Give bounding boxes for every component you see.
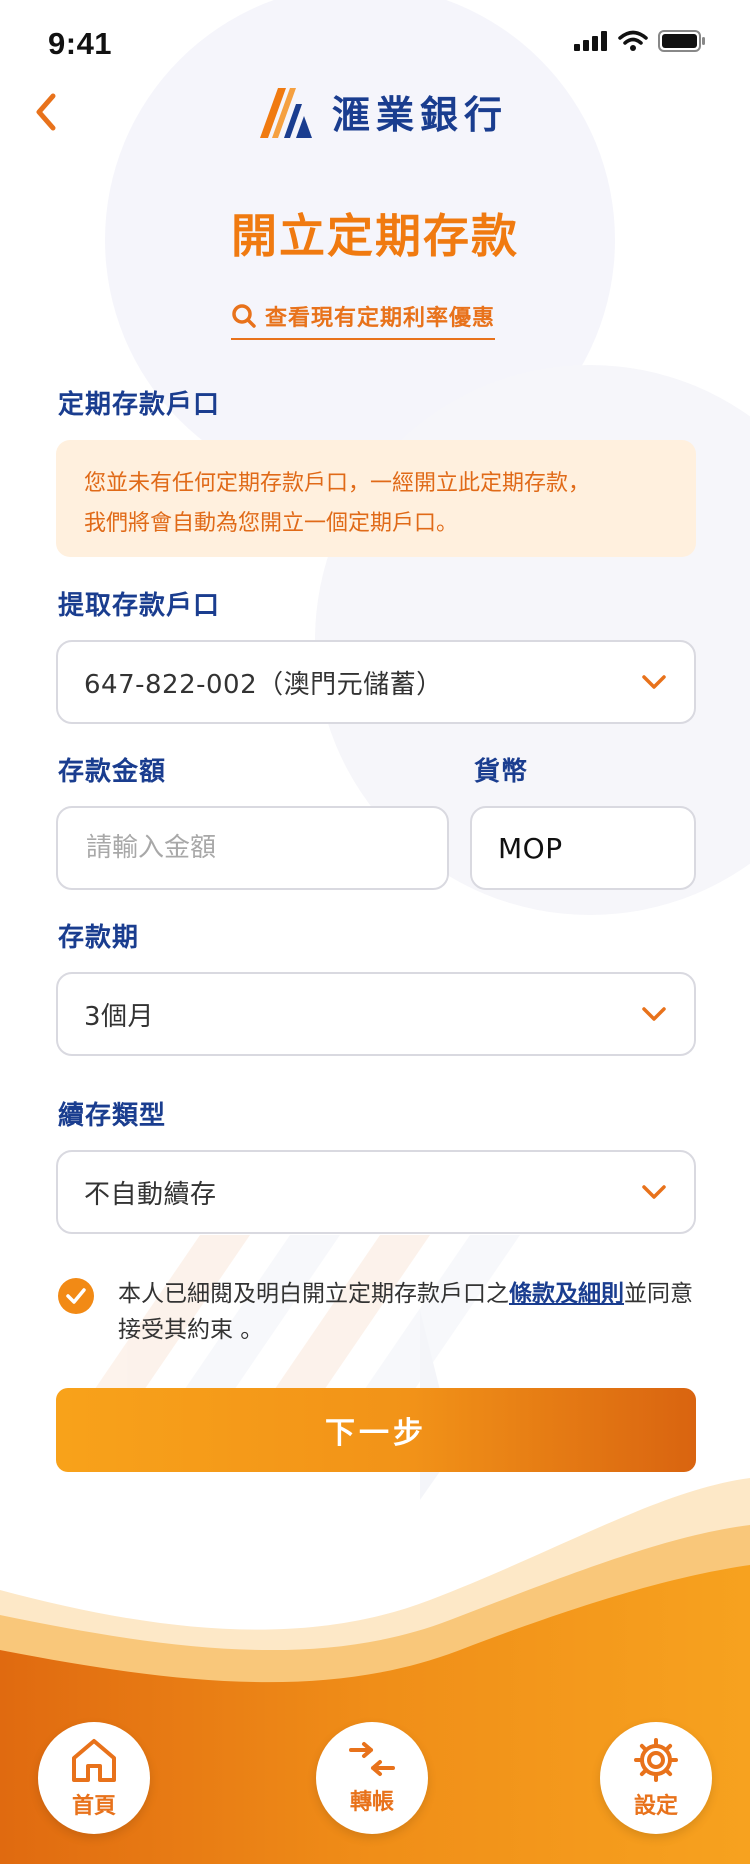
currency-value: MOP <box>498 831 563 865</box>
notice-line-1: 您並未有任何定期存款戶口，一經開立此定期存款， <box>84 471 591 496</box>
renewal-value: 不自動續存 <box>84 1179 217 1210</box>
agree-checkbox[interactable] <box>58 1278 94 1314</box>
rate-link-label: 查看現有定期利率優惠 <box>265 306 496 331</box>
renewal-label: 續存類型 <box>58 1101 167 1131</box>
agreement-text: 本人已細閱及明白開立定期存款戶口之條款及細則並同意接受其約束 。 <box>118 1276 698 1348</box>
brand: 滙業銀行 <box>256 82 508 140</box>
terms-link[interactable]: 條款及細則 <box>509 1281 624 1307</box>
nav-home-button[interactable]: 首頁 <box>38 1722 150 1834</box>
nav-home-label: 首頁 <box>71 1794 116 1819</box>
status-icons <box>574 30 706 52</box>
withdraw-account-select[interactable]: 647-822-002（澳門元儲蓄） <box>56 640 696 724</box>
back-button[interactable] <box>22 88 70 136</box>
nav-transfer-label: 轉帳 <box>349 1790 394 1815</box>
home-icon <box>72 1739 116 1782</box>
nav-settings-button[interactable]: 設定 <box>600 1722 712 1834</box>
bank-logo-icon <box>260 88 312 138</box>
term-label: 存款期 <box>58 923 140 953</box>
withdraw-account-value: 647-822-002（澳門元儲蓄） <box>84 669 443 700</box>
amount-label: 存款金額 <box>58 757 167 787</box>
agreement-text-before: 本人已細閱及明白開立定期存款戶口之 <box>118 1281 509 1307</box>
gear-icon <box>634 1738 678 1782</box>
renewal-select[interactable]: 不自動續存 <box>56 1150 696 1234</box>
time-deposit-account-label: 定期存款戶口 <box>58 390 221 420</box>
signal-icon <box>574 31 607 51</box>
currency-field[interactable]: MOP <box>470 806 696 890</box>
nav-transfer-button[interactable]: 轉帳 <box>316 1722 428 1834</box>
next-button[interactable]: 下一步 <box>56 1388 696 1472</box>
chevron-down-icon <box>640 668 668 696</box>
term-select[interactable]: 3個月 <box>56 972 696 1056</box>
transfer-arrows-icon <box>349 1742 395 1776</box>
notice-line-2: 我們將會自動為您開立一個定期戶口。 <box>84 511 459 536</box>
page-title: 開立定期存款 <box>231 209 519 263</box>
search-icon <box>232 304 256 328</box>
brand-name: 滙業銀行 <box>332 92 509 137</box>
notice-box: 您並未有任何定期存款戶口，一經開立此定期存款， 我們將會自動為您開立一個定期戶口… <box>56 440 696 557</box>
status-time: 9:41 <box>48 26 113 61</box>
agreement-row: 本人已細閱及明白開立定期存款戶口之條款及細則並同意接受其約束 。 <box>58 1276 698 1348</box>
nav-settings-label: 設定 <box>633 1794 678 1819</box>
chevron-left-icon <box>36 93 56 131</box>
currency-label: 貨幣 <box>474 757 529 787</box>
wifi-icon <box>618 30 648 51</box>
amount-input[interactable] <box>84 832 421 864</box>
chevron-down-icon <box>640 1000 668 1028</box>
battery-icon <box>658 30 705 52</box>
chevron-down-icon <box>640 1178 668 1206</box>
rate-link[interactable]: 查看現有定期利率優惠 <box>231 300 496 340</box>
withdraw-account-label: 提取存款戶口 <box>58 591 221 621</box>
checkmark-icon <box>66 1288 86 1304</box>
term-value: 3個月 <box>84 1001 155 1032</box>
amount-field[interactable] <box>56 806 449 890</box>
